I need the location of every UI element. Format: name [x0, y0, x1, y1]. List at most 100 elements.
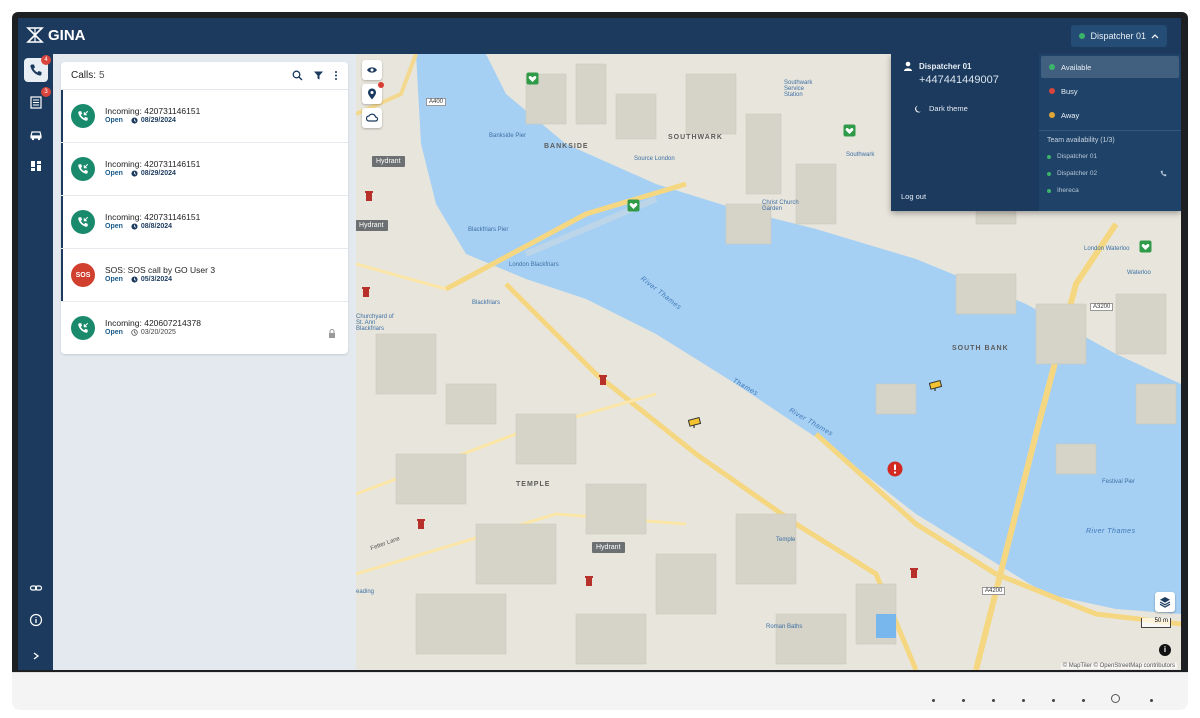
map-poi: Christ Church Garden [762, 200, 799, 212]
call-status: Open [105, 170, 123, 177]
status-list: Available Busy Away [1039, 56, 1181, 126]
aed-icon[interactable] [526, 72, 539, 85]
dispatcher-menu-button[interactable]: Dispatcher 01 [1071, 25, 1167, 47]
call-date: 03/20/2025 [140, 329, 176, 336]
alert-marker-icon[interactable] [887, 461, 903, 477]
sos-avatar: SOS [71, 263, 95, 287]
call-date-wrap: 08/29/2024 [131, 170, 176, 177]
hydrant-icon[interactable] [598, 374, 608, 386]
status-option-busy[interactable]: Busy [1041, 80, 1179, 102]
map-poi: Waterloo [1127, 270, 1151, 276]
layers-icon [1159, 597, 1171, 608]
dropdown-user-name: Dispatcher 01 [919, 61, 972, 71]
call-meta: Open 08/8/2024 [105, 223, 172, 230]
location-layer-button[interactable] [362, 82, 384, 104]
rail-info-button[interactable] [24, 608, 48, 632]
monitor-button [992, 699, 995, 702]
call-list-item[interactable]: SOS SOS: SOS call by GO User 3 Open 05/3/20… [61, 249, 348, 302]
filter-icon[interactable] [313, 70, 324, 81]
call-date: 08/8/2024 [140, 223, 173, 230]
visibility-button[interactable] [362, 60, 382, 80]
incoming-call-avatar [71, 157, 95, 181]
rail-dashboard-button[interactable] [24, 154, 48, 178]
hydrant-icon[interactable] [909, 567, 919, 579]
calls-card: Calls: 5 Incoming: 420731146151 Open 08/29… [61, 62, 348, 354]
incoming-call-icon [78, 216, 89, 227]
call-meta: Open 03/20/2025 [105, 329, 176, 336]
hydrant-icon[interactable] [416, 518, 426, 530]
map-poi: eading [356, 589, 375, 595]
car-icon [30, 131, 42, 141]
call-list-item[interactable]: Incoming: 420731146151 Open 08/29/2024 [61, 143, 348, 196]
list-icon [30, 96, 42, 109]
chevron-up-icon [1151, 34, 1159, 39]
phone-icon [30, 64, 42, 76]
call-meta: Open 08/29/2024 [105, 117, 176, 124]
layers-button[interactable] [1155, 592, 1175, 612]
clock-icon [131, 276, 138, 283]
call-list-item[interactable]: Incoming: 420731146151 Open 08/8/2024 [61, 196, 348, 249]
rail-expand-button[interactable] [24, 644, 48, 668]
hydrant-icon[interactable] [361, 286, 371, 298]
dropdown-user: Dispatcher 01 [903, 61, 971, 71]
hydrant-label: Hydrant [356, 220, 388, 231]
team-member: Dispatcher 01 [1039, 148, 1181, 165]
rail-vehicles-button[interactable] [24, 122, 48, 146]
search-icon[interactable] [292, 70, 303, 81]
call-status: Open [105, 117, 123, 124]
camera-icon[interactable] [929, 380, 945, 392]
calls-header-label: Calls: [71, 70, 97, 81]
map-info-button[interactable]: i [1159, 644, 1171, 656]
status-dot [1079, 33, 1086, 39]
map-poi: Blackfriars [472, 300, 501, 306]
map-label-temple: TEMPLE [516, 481, 551, 488]
hydrant-icon[interactable] [584, 575, 594, 587]
clock-icon [131, 329, 138, 336]
map-label-river: River Thames [1086, 528, 1136, 535]
more-vertical-icon[interactable] [334, 70, 338, 81]
rail-tasks-button[interactable]: 3 [24, 87, 51, 114]
gina-logo-icon [26, 27, 44, 43]
dark-theme-toggle[interactable]: Dark theme [915, 104, 968, 113]
team-status-dot [1047, 171, 1051, 176]
map-view[interactable]: BANKSIDE SOUTHWARK SOUTH BANK TEMPLE Riv… [356, 54, 1181, 670]
map-poi: London Waterloo [1084, 246, 1130, 252]
status-dot [1049, 112, 1055, 118]
camera-icon[interactable] [688, 417, 704, 429]
weather-button[interactable] [362, 108, 382, 128]
clock-icon [131, 170, 138, 177]
divider [1039, 130, 1181, 131]
incoming-call-icon [78, 110, 89, 121]
status-option-away[interactable]: Away [1041, 104, 1179, 126]
incoming-call-icon [78, 163, 89, 174]
aed-icon[interactable] [843, 124, 856, 137]
clock-icon [131, 117, 138, 124]
call-title: Incoming: 420731146151 [105, 106, 201, 116]
map-scale: 50 m [1141, 618, 1171, 628]
rail-calls-button[interactable]: 4 [24, 55, 51, 82]
hydrant-label: Hydrant [372, 156, 405, 167]
top-bar: GINA Dispatcher 01 [18, 18, 1181, 54]
call-status: Open [105, 223, 123, 230]
info-icon [29, 613, 43, 627]
call-list-item[interactable]: Incoming: 420731146151 Open 08/29/2024 [61, 90, 348, 143]
incoming-call-avatar [71, 104, 95, 128]
call-list-item[interactable]: Incoming: 420607214378 Open 03/20/2025 [61, 302, 348, 354]
aed-icon[interactable] [1139, 240, 1152, 253]
app-name: GINA [48, 26, 86, 44]
hydrant-icon[interactable] [364, 190, 374, 202]
calls-badge: 4 [41, 55, 51, 65]
power-icon [1111, 694, 1120, 703]
link-icon [29, 585, 43, 591]
aed-icon[interactable] [627, 199, 640, 212]
status-option-available[interactable]: Available [1041, 56, 1179, 78]
call-title: Incoming: 420731146151 [105, 159, 201, 169]
map-poi: Southwark [846, 152, 875, 158]
call-date-wrap: 08/29/2024 [131, 117, 176, 124]
clock-icon [131, 223, 138, 230]
logout-button[interactable]: Log out [901, 192, 926, 201]
call-date: 08/29/2024 [140, 170, 176, 177]
map-road-label: A3200 [1090, 303, 1114, 311]
chevron-right-icon [33, 652, 40, 660]
rail-link-button[interactable] [24, 576, 48, 600]
